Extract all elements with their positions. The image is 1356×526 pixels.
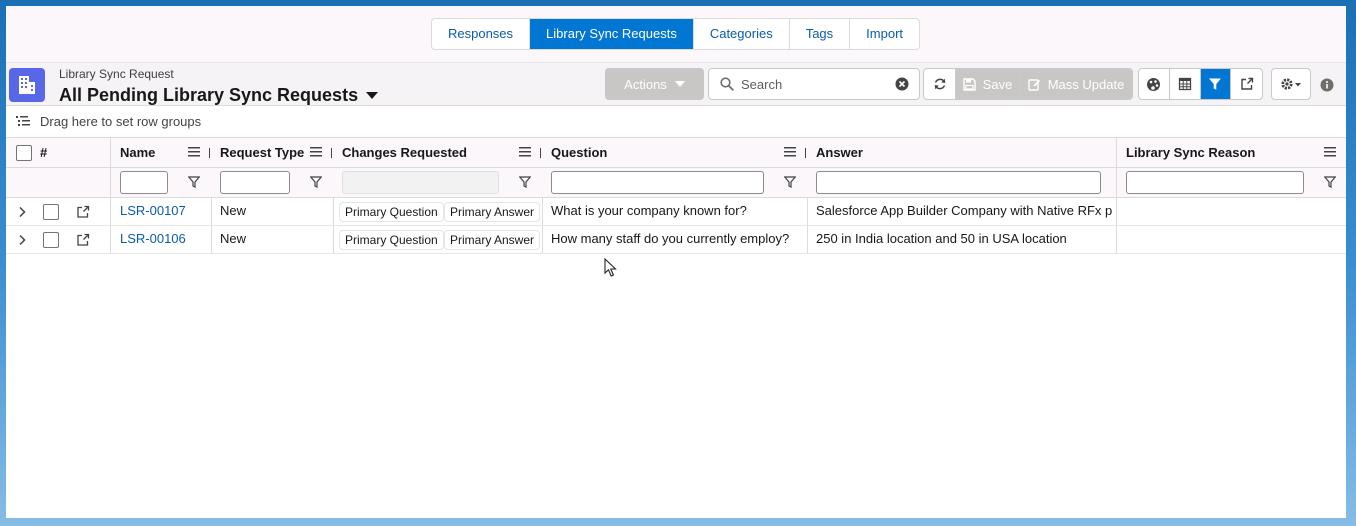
- actions-label: Actions: [624, 76, 667, 92]
- record-name-link[interactable]: LSR-00106: [120, 231, 186, 246]
- refresh-button[interactable]: [924, 69, 956, 99]
- change-pill: Primary Answer: [444, 202, 541, 222]
- palette-button[interactable]: [1139, 69, 1170, 99]
- row-group-label: Drag here to set row groups: [40, 114, 202, 129]
- filter-icon[interactable]: [784, 176, 796, 188]
- mouse-cursor-icon: [604, 258, 617, 277]
- view-button-group: [1138, 68, 1263, 100]
- save-label: Save: [982, 76, 1013, 92]
- question-cell: How many staff do you currently employ?: [551, 231, 790, 246]
- answer-cell: 250 in India location and 50 in USA loca…: [816, 231, 1067, 246]
- tab-import[interactable]: Import: [850, 19, 919, 49]
- request-type-filter-input[interactable]: [220, 171, 290, 194]
- row-group-bar[interactable]: Drag here to set row groups: [6, 106, 1346, 138]
- request-type-cell: New: [220, 203, 247, 218]
- library-sync-reason-filter-input[interactable]: [1126, 171, 1304, 194]
- search-box: [708, 68, 920, 100]
- changes-requested-filter-input[interactable]: [342, 171, 499, 194]
- filter-icon[interactable]: [1324, 176, 1336, 188]
- search-icon: [720, 77, 734, 91]
- answer-cell: Salesforce App Builder Company with Nati…: [816, 203, 1113, 218]
- tab-categories[interactable]: Categories: [694, 19, 790, 49]
- column-header-answer-label: Answer: [816, 145, 863, 160]
- list-view-title[interactable]: All Pending Library Sync Requests: [59, 85, 379, 106]
- row-group-icon: [16, 115, 30, 126]
- chevron-down-icon[interactable]: [366, 92, 379, 99]
- search-input[interactable]: [739, 75, 889, 93]
- popout-icon: [1240, 77, 1253, 90]
- save-button[interactable]: Save: [956, 69, 1020, 99]
- column-header-changes-requested-label: Changes Requested: [342, 145, 467, 160]
- gear-icon: [1281, 78, 1301, 90]
- list-view-title-text: All Pending Library Sync Requests: [59, 85, 359, 105]
- question-filter-input[interactable]: [551, 171, 764, 194]
- select-all-checkbox[interactable]: [16, 145, 32, 161]
- clear-icon[interactable]: [895, 77, 909, 91]
- row-checkbox[interactable]: [43, 204, 59, 220]
- filter-button[interactable]: [1200, 69, 1232, 99]
- column-header-library-sync-reason[interactable]: Library Sync Reason: [1117, 138, 1317, 167]
- table-icon: [1178, 77, 1191, 91]
- menu-icon[interactable]: [188, 147, 200, 157]
- popout-icon[interactable]: [76, 205, 90, 219]
- edit-icon: [1028, 78, 1040, 91]
- tab-tags[interactable]: Tags: [790, 19, 851, 49]
- table-row[interactable]: LSR-00107 New Primary Question Primary A…: [6, 198, 1346, 226]
- tab-library-sync-requests[interactable]: Library Sync Requests: [530, 19, 694, 49]
- mass-update-label: Mass Update: [1047, 76, 1125, 92]
- menu-icon[interactable]: [519, 147, 531, 157]
- filter-icon[interactable]: [310, 176, 322, 188]
- refresh-icon: [934, 78, 945, 90]
- building-grid-icon: [9, 68, 45, 102]
- row-checkbox[interactable]: [43, 232, 59, 248]
- actions-button[interactable]: Actions: [605, 68, 704, 100]
- list-view-header: Library Sync Request All Pending Library…: [6, 62, 1346, 106]
- record-name-link[interactable]: LSR-00107: [120, 203, 186, 218]
- popout-button[interactable]: [1231, 69, 1262, 99]
- column-header-request-type-label: Request Type: [220, 145, 305, 160]
- column-header-question-label: Question: [551, 145, 608, 160]
- menu-icon[interactable]: [1324, 147, 1336, 157]
- filter-icon: [1209, 78, 1222, 90]
- filter-icon[interactable]: [188, 176, 200, 188]
- column-header-changes-requested[interactable]: Changes Requested: [333, 138, 533, 167]
- chevron-down-icon: [674, 81, 685, 87]
- answer-filter-input[interactable]: [816, 171, 1101, 194]
- column-header-answer[interactable]: Answer: [807, 138, 1107, 167]
- chevron-right-icon[interactable]: [18, 206, 26, 218]
- request-type-cell: New: [220, 231, 247, 246]
- popout-icon[interactable]: [76, 233, 90, 247]
- grid-filter-row: [6, 168, 1346, 198]
- tab-responses[interactable]: Responses: [432, 19, 531, 49]
- column-header-name-label: Name: [120, 145, 156, 160]
- table-row[interactable]: LSR-00106 New Primary Question Primary A…: [6, 226, 1346, 254]
- tab-group: Responses Library Sync Requests Categori…: [431, 18, 921, 50]
- mass-update-button[interactable]: Mass Update: [1020, 69, 1132, 99]
- tab-bar: Responses Library Sync Requests Categori…: [6, 6, 1346, 62]
- palette-icon: [1147, 77, 1161, 91]
- grid-header-row: # Name Request Type Changes Requested Qu…: [6, 138, 1346, 168]
- filter-icon[interactable]: [519, 176, 531, 188]
- change-pill: Primary Question: [339, 230, 444, 250]
- chevron-right-icon[interactable]: [18, 234, 26, 246]
- edit-button-group: Save Mass Update: [923, 68, 1133, 100]
- name-filter-input[interactable]: [120, 171, 168, 194]
- settings-button[interactable]: [1272, 69, 1310, 99]
- question-cell: What is your company known for?: [551, 203, 747, 218]
- app-frame: Responses Library Sync Requests Categori…: [6, 6, 1346, 518]
- change-pill: Primary Question: [339, 202, 444, 222]
- menu-icon[interactable]: [310, 147, 322, 157]
- object-label: Library Sync Request: [59, 67, 174, 81]
- change-pill: Primary Answer: [444, 230, 541, 250]
- table-view-button[interactable]: [1170, 69, 1201, 99]
- column-header-library-sync-reason-label: Library Sync Reason: [1126, 145, 1256, 160]
- column-header-question[interactable]: Question: [542, 138, 802, 167]
- menu-icon[interactable]: [784, 147, 796, 157]
- settings-menu-button[interactable]: [1271, 68, 1311, 100]
- column-header-index: #: [40, 145, 48, 160]
- save-icon: [962, 77, 976, 91]
- info-icon[interactable]: [1320, 78, 1334, 92]
